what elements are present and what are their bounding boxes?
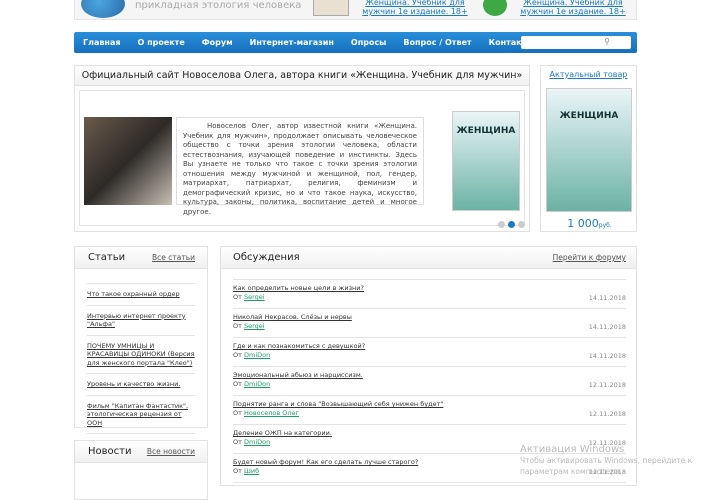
promo-link-2[interactable]: Женщина. Учебник для мужчин 1е издание. … [511,0,635,16]
articles-panel: Статьи Все статьи Что такое охранный орде… [74,246,208,434]
news-title: Новости [88,446,132,457]
featured-title[interactable]: Актуальный товар [541,66,636,84]
featured-book-title: ЖЕНЩИНА [559,111,619,121]
price: 1 000руб. [541,217,638,230]
book-icon [313,0,349,16]
forum-link[interactable]: Перейти к форуму [553,253,626,262]
intro-slider: Новоселов Олег, автор известной книги «Ж… [79,90,525,228]
featured-product: Актуальный товар ЖЕНЩИНА 1 000руб. [540,65,637,232]
discussion-date: 12.11.2018 [588,381,626,389]
main-nav: Главная О проекте Форум Интернет-магазин… [74,32,637,53]
discussion-title[interactable]: Эмоциональный абьюз и нарциссизм. [233,371,363,379]
discussion-row: Где и как познакомиться с девушкой? От Dm… [233,338,626,367]
discussion-row: Поднятие ранга и слова "Возвышающий себя… [233,396,626,425]
article-link[interactable]: Интервью интернет проекту "Альфа" [87,312,186,329]
nav-qa[interactable]: Вопрос / Ответ [403,38,471,47]
discussion-title[interactable]: Где и как познакомиться с девушкой? [233,342,365,350]
article-link[interactable]: Фильм "Капитан Фантастик", этологическая… [87,402,188,427]
nav-home[interactable]: Главная [83,38,120,47]
articles-title: Статьи [88,252,126,263]
discussion-title[interactable]: Поднятие ранга и слова "Возвышающий себя… [233,400,443,408]
discussion-title[interactable]: Будет новый форум! Как его сделать лучше… [233,458,418,466]
discussion-row: Николай Некрасов. Слёзы и нервы От Sergei… [233,309,626,338]
discussion-date: 12.11.2018 [588,410,626,418]
search-input[interactable]: Поиск ⚲ [521,36,631,49]
featured-book-cover[interactable]: ЖЕНЩИНА [546,88,632,212]
price-value: 1 000 [567,217,599,230]
site-header: прикладная этология человека Женщина. Уч… [74,0,637,20]
discussion-title[interactable]: Как определить новые цели в жизни? [233,284,364,292]
intro-panel: Официальный сайт Новоселова Олега, автор… [74,65,530,232]
all-articles-link[interactable]: Все статьи [152,253,195,262]
search-placeholder: Поиск [525,39,553,48]
discussion-author[interactable]: Новоселов Олег [244,409,299,417]
article-link[interactable]: Что такое охранный ордер [87,290,180,298]
watermark-title: Активация Windows [520,444,625,455]
discussion-row: Эмоциональный абьюз и нарциссизм. От DmiD… [233,367,626,396]
slider-dots [498,221,525,228]
check-shield-icon [483,0,507,16]
nav-polls[interactable]: Опросы [351,38,387,47]
by-label: От [233,351,242,359]
news-panel: Новости Все новости [74,440,208,500]
intro-text: Новоселов Олег, автор известной книги «Ж… [176,117,424,216]
watermark-text: Чтобы активировать Windows, перейдите к … [520,456,693,476]
price-currency: руб. [598,222,612,229]
by-label: От [233,380,242,388]
discussions-title: Обсуждения [233,252,300,263]
nav-shop[interactable]: Интернет-магазин [250,38,334,47]
discussion-title[interactable]: Деление ОЖП на категории. [233,429,332,437]
discussion-title[interactable]: Николай Некрасов. Слёзы и нервы [233,313,352,321]
discussion-date: 14.11.2018 [588,294,626,302]
discussion-date: 14.11.2018 [588,323,626,331]
discussion-author[interactable]: Шиб [244,467,259,475]
slider-dot[interactable] [518,221,525,228]
by-label: От [233,467,242,475]
by-label: От [233,293,242,301]
book-cover[interactable]: ЖЕНЩИНА [452,111,520,211]
intro-title: Официальный сайт Новоселова Олега, автор… [75,66,529,86]
by-label: От [233,409,242,417]
article-link[interactable]: ПОЧЕМУ УМНИЦЫ И КРАСАВИЦЫ ОДИНОКИ (Верси… [87,342,195,367]
promo-link-1[interactable]: Женщина. Учебник для мужчин 1е издание. … [355,0,475,16]
nav-forum[interactable]: Форум [202,38,233,47]
discussion-date: 14.11.2018 [588,352,626,360]
by-label: От [233,322,242,330]
slider-dot[interactable] [498,221,505,228]
discussion-row: Как определить новые цели в жизни? От Ser… [233,280,626,309]
article-link[interactable]: Уровень и качество жизни. [87,380,180,388]
logo-globe-icon[interactable] [81,0,125,18]
author-photo [84,117,172,205]
all-news-link[interactable]: Все новости [147,447,195,456]
discussion-author[interactable]: DmiDon [244,380,270,388]
search-icon[interactable]: ⚲ [604,37,610,46]
discussion-author[interactable]: Sergei [244,293,265,301]
book-cover-title: ЖЕНЩИНА [456,126,516,136]
discussion-author[interactable]: DmiDon [244,351,270,359]
discussion-author[interactable]: DmiDon [244,438,270,446]
nav-about[interactable]: О проекте [137,38,184,47]
tagline: прикладная этология человека [135,0,302,11]
slider-dot-active[interactable] [508,221,515,228]
windows-activation-watermark: Активация Windows Чтобы активировать Wind… [520,444,720,477]
discussion-author[interactable]: Sergei [244,322,265,330]
by-label: От [233,438,242,446]
